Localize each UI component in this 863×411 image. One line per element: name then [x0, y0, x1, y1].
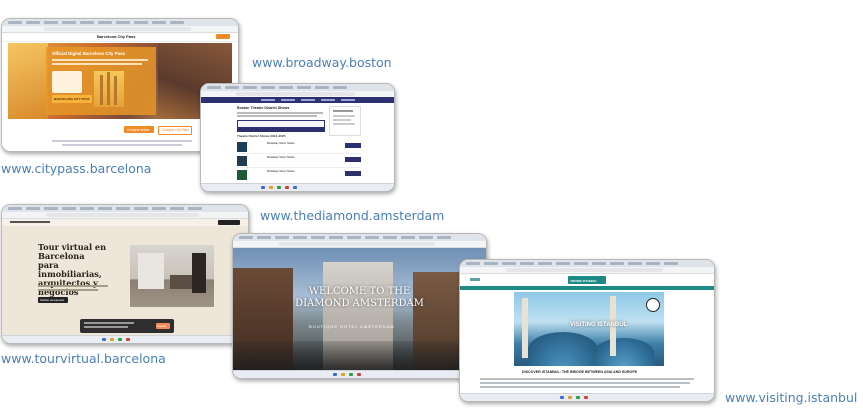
- windows-taskbar: [233, 370, 486, 378]
- header-button[interactable]: [216, 34, 230, 39]
- browser-tab-bar: [233, 234, 486, 241]
- cta-label: Solicitar presupuesto: [40, 298, 65, 302]
- caption-visiting: www.visiting.istanbul: [725, 390, 858, 405]
- event-row[interactable]: Broadway Show Tickets: [237, 155, 361, 168]
- windows-taskbar: [460, 393, 714, 401]
- caption-thediamond: www.thediamond.amsterdam: [260, 208, 445, 223]
- badge-icon: [646, 298, 660, 312]
- minaret: [522, 298, 528, 358]
- pass-label: BARCELONA CITY PASS: [54, 97, 90, 101]
- browser-tab-bar: [201, 84, 394, 91]
- browser-address-bar: [233, 241, 486, 248]
- screenshot-thediamond: WELCOME TO THE DIAMOND AMSTERDAM BOUTIQU…: [232, 233, 487, 379]
- event-title: Broadway Show Tickets: [267, 156, 295, 159]
- buy-button[interactable]: [345, 157, 361, 162]
- primary-button-label: Comprar tarjeta: [127, 127, 150, 132]
- interior-photo: [130, 245, 214, 307]
- screenshot-broadway: Boston Theatre District Shows Theatre Di…: [200, 83, 395, 192]
- hero-text: VISITING ISTANBUL: [570, 322, 628, 328]
- site-nav: [460, 286, 714, 290]
- pass-label-box: BARCELONA CITY PASS: [52, 95, 92, 103]
- nav-cta-button[interactable]: [218, 220, 240, 225]
- cookie-accept-label: Aceptar: [157, 324, 166, 328]
- hero-image: VISITING ISTANBUL: [514, 292, 664, 366]
- caption-broadway: www.broadway.boston: [252, 55, 392, 70]
- primary-button[interactable]: Comprar tarjeta: [124, 126, 154, 133]
- event-title: Broadway Show Tickets: [267, 170, 295, 173]
- site-header: Barcelona City Pass: [2, 33, 238, 42]
- site-logo-text: VISITING ISTANBUL: [570, 278, 597, 283]
- sagrada-familia-image: [94, 71, 124, 107]
- pass-card: [52, 71, 82, 93]
- search-form[interactable]: [237, 120, 325, 132]
- mosque-dome: [528, 332, 598, 366]
- caption-citypass: www.citypass.barcelona: [1, 161, 152, 176]
- hero-subline: BOUTIQUE HOTEL AMSTERDAM: [309, 324, 395, 329]
- event-row[interactable]: Broadway Show Tickets: [237, 141, 361, 154]
- event-thumbnail: [237, 142, 247, 152]
- event-row[interactable]: Broadway Show Tickets: [237, 169, 361, 181]
- cookie-accept-button[interactable]: Aceptar: [156, 323, 170, 329]
- hero-title: Official Digital Barcelona City Pass: [52, 51, 125, 56]
- cta-button[interactable]: Solicitar presupuesto: [38, 297, 68, 303]
- windows-taskbar: [201, 183, 394, 191]
- section-title: Theatre District Shows 2024–2025: [237, 134, 286, 138]
- cookie-banner: Aceptar: [80, 319, 174, 333]
- tagline: DISCOVER ISTANBUL: THE BRIDGE BETWEEN AS…: [522, 370, 638, 374]
- browser-address-bar: [2, 212, 248, 219]
- hero-headline: WELCOME TO THE DIAMOND AMSTERDAM: [295, 286, 424, 309]
- page-body: Tour virtual en Barcelona para inmobilia…: [2, 219, 248, 336]
- event-thumbnail: [237, 156, 247, 166]
- buy-button[interactable]: [345, 171, 361, 176]
- browser-tab-bar: [2, 205, 248, 212]
- event-title: Broadway Show Tickets: [267, 142, 295, 145]
- site-nav: [2, 219, 248, 226]
- browser-address-bar: [460, 267, 714, 274]
- site-nav: [201, 97, 394, 103]
- browser-tab-bar: [2, 19, 238, 26]
- caption-tourvirtual: www.tourvirtual.barcelona: [1, 351, 166, 366]
- browser-tab-bar: [460, 260, 714, 267]
- mosque-dome: [594, 338, 654, 366]
- site-header: VISITING ISTANBUL: [460, 274, 714, 286]
- windows-taskbar: [2, 335, 248, 343]
- event-thumbnail: [237, 170, 247, 180]
- browser-address-bar: [2, 26, 238, 33]
- secondary-button-label: Comprar City Pass: [162, 128, 189, 132]
- site-name: Barcelona City Pass: [97, 34, 136, 39]
- screenshot-tourvirtual: Tour virtual en Barcelona para inmobilia…: [1, 204, 249, 344]
- buy-button[interactable]: [345, 143, 361, 148]
- screenshot-visiting: VISITING ISTANBUL VISITING ISTANBUL DISC…: [459, 259, 715, 402]
- site-logo[interactable]: VISITING ISTANBUL: [568, 276, 606, 284]
- sidebar-box: [329, 106, 361, 136]
- page-heading: Boston Theatre District Shows: [237, 106, 290, 110]
- hero-photo: WELCOME TO THE DIAMOND AMSTERDAM BOUTIQU…: [233, 248, 486, 371]
- secondary-button[interactable]: Comprar City Pass: [158, 126, 192, 135]
- hero-banner: Official Digital Barcelona City Pass BAR…: [8, 43, 232, 119]
